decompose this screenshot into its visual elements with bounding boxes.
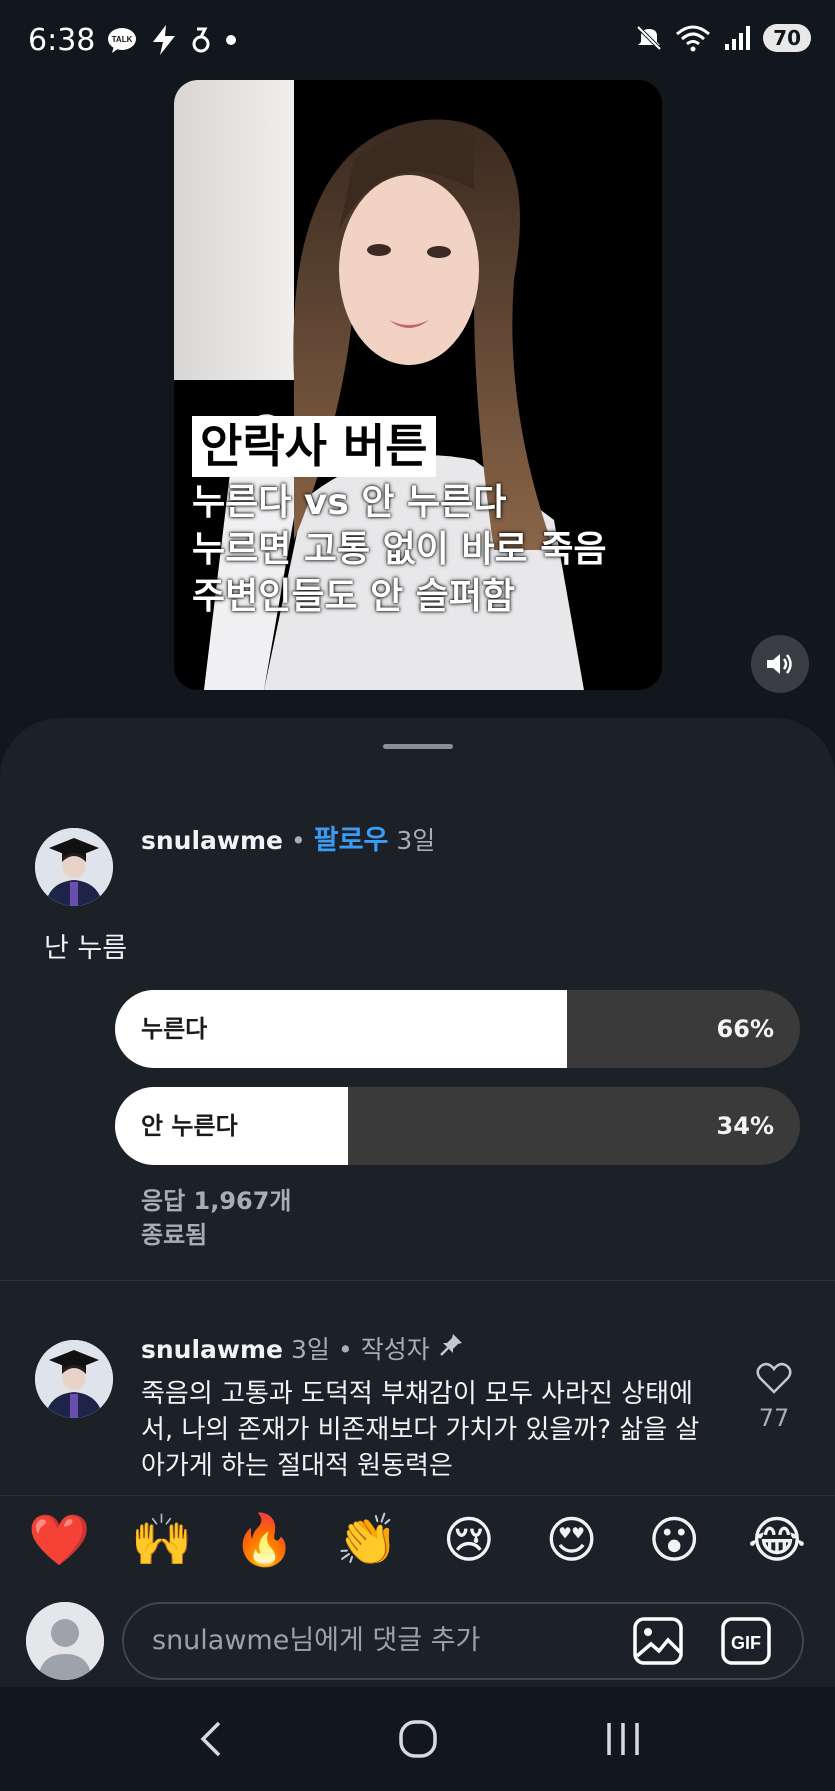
heart-reaction[interactable]: ❤️ [28, 1510, 90, 1570]
surprised-reaction[interactable]: 😮 [644, 1510, 704, 1570]
post-header: snulawme • 팔로우 3일 [141, 818, 435, 857]
comment-text: 죽음의 고통과 도덕적 부채감이 모두 사라진 상태에서, 나의 존재가 비존재… [141, 1379, 700, 1481]
poll-option-label: 안 누른다 [141, 1112, 238, 1140]
avatar-image [35, 828, 113, 906]
raised-hands-reaction[interactable]: 🙌 [131, 1510, 193, 1570]
speaker-icon [767, 654, 792, 674]
comment-composer-area: ❤️ 🙌 🔥 👏 😢 😍 😮 😂 snulawme님에게 댓글 추가 GIF [0, 1495, 835, 1687]
battery-icon: 70 [763, 24, 811, 52]
like-count: 77 [758, 1404, 790, 1432]
poll-status: 종료됨 [141, 1221, 208, 1249]
poll-option-percent: 66% [716, 1015, 774, 1043]
sheet-drag-handle[interactable] [383, 744, 453, 749]
caption-line: 주변인들도 안 슬퍼함 [192, 576, 516, 618]
app-icon [192, 27, 210, 53]
sound-button[interactable] [751, 635, 809, 693]
video-caption: 안락사 버튼 누른다 vs 안 누른다 누르면 고통 없이 바로 죽음 주변인들… [192, 416, 606, 618]
comment-input[interactable]: snulawme님에게 댓글 추가 GIF [122, 1602, 804, 1680]
comment-input-placeholder: snulawme님에게 댓글 추가 [152, 1625, 481, 1656]
fire-reaction[interactable]: 🔥 [233, 1510, 295, 1570]
recents-icon[interactable] [603, 1719, 643, 1759]
image-icon[interactable] [632, 1616, 684, 1666]
post-username[interactable]: snulawme [141, 826, 283, 855]
talk-icon: TALK [108, 28, 137, 53]
poll-info: 응답 1,967개 종료됨 [141, 1184, 292, 1252]
post-text: 난 누름 [44, 933, 128, 964]
caption-line: 누르면 고통 없이 바로 죽음 [192, 529, 607, 571]
avatar[interactable] [35, 1340, 113, 1418]
heart-icon [756, 1362, 792, 1394]
follow-button[interactable]: 팔로우 [314, 818, 389, 857]
poll-option-label: 누른다 [141, 1015, 208, 1043]
video-player[interactable]: 안락사 버튼 누른다 vs 안 누른다 누르면 고통 없이 바로 죽음 주변인들… [174, 80, 662, 690]
dot-icon [226, 35, 237, 45]
talk-icon-label: TALK [112, 35, 133, 44]
poll-responses: 응답 1,967개 [141, 1187, 292, 1215]
poll-option[interactable]: 안 누른다 34% [115, 1087, 800, 1165]
avatar-image [35, 1340, 113, 1418]
pin-icon [439, 1334, 462, 1356]
back-icon[interactable] [193, 1719, 233, 1759]
heart-eyes-reaction[interactable]: 😍 [542, 1510, 602, 1570]
separator: • [291, 826, 306, 855]
mute-icon [636, 25, 662, 51]
comment-time: 3일 [291, 1335, 330, 1364]
navigation-bar [0, 1687, 835, 1791]
author-badge: 작성자 [360, 1335, 430, 1364]
reaction-bar: ❤️ 🙌 🔥 👏 😢 😍 😮 😂 [0, 1510, 835, 1570]
gif-label: GIF [731, 1633, 761, 1653]
clap-reaction[interactable]: 👏 [336, 1510, 398, 1570]
laughing-reaction[interactable]: 😂 [747, 1510, 807, 1570]
like-button[interactable]: 77 [748, 1362, 800, 1432]
wifi-icon [676, 25, 711, 52]
comment-username[interactable]: snulawme [141, 1335, 283, 1364]
user-avatar-icon [26, 1602, 104, 1680]
poll-option-percent: 34% [716, 1112, 774, 1140]
separator: • [337, 1335, 353, 1364]
divider [0, 1280, 835, 1281]
avatar[interactable] [35, 828, 113, 906]
home-icon[interactable] [398, 1719, 438, 1759]
status-time: 6:38 [28, 22, 96, 58]
signal-icon [725, 26, 751, 50]
status-bar: 6:38 TALK 70 [0, 0, 835, 80]
bolt-icon [153, 25, 176, 55]
poll-option[interactable]: 누른다 66% [115, 990, 800, 1068]
user-avatar [26, 1602, 104, 1680]
crying-reaction[interactable]: 😢 [439, 1510, 499, 1570]
post-time: 3일 [396, 826, 436, 855]
gif-icon[interactable]: GIF [720, 1616, 772, 1666]
caption-line: 누른다 vs 안 누른다 [192, 481, 507, 523]
caption-title: 안락사 버튼 [192, 416, 436, 477]
comment-header: snulawme 3일 • 작성자 [141, 1330, 464, 1366]
